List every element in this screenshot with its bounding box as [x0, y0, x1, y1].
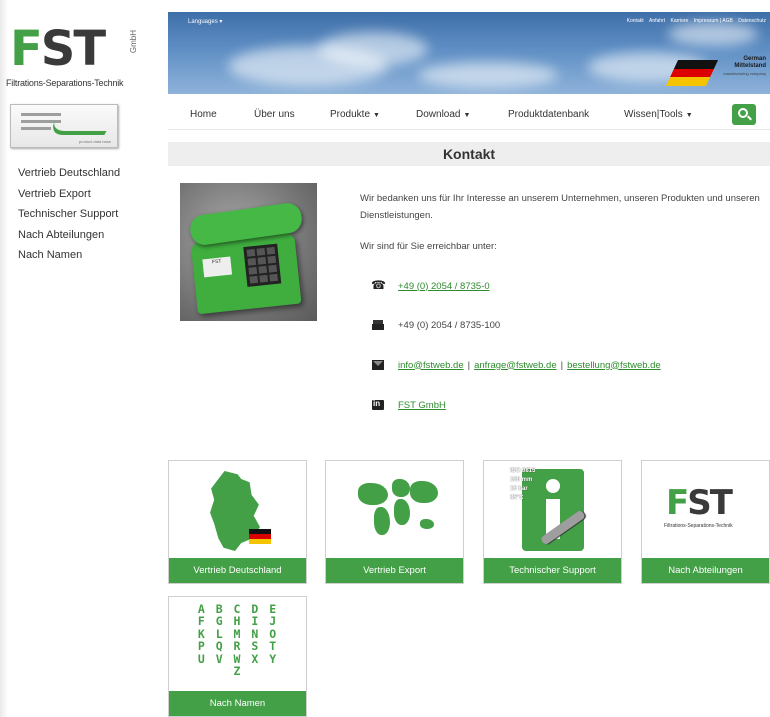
contact-linkedin-row: FST GmbH [372, 398, 446, 412]
title-bar: Kontakt [168, 142, 770, 166]
tile-technischer-support[interactable]: ISO 0815 100 mm 16 bar 35°C Technischer … [483, 460, 622, 584]
top-links: Kontakt Anfahrt Karriere Impressum | AGB… [623, 18, 766, 24]
email-link-info[interactable]: info@fstweb.de [398, 360, 464, 371]
tile-caption: Vertrieb Deutschland [169, 558, 306, 583]
iso-line-3: 16 bar [510, 486, 528, 492]
logo-tagline: Filtrations-Separations-Technik [6, 78, 124, 88]
world-map-image [326, 461, 463, 559]
logo-gmbh: GmbH [129, 30, 138, 54]
swoosh-icon [46, 119, 114, 135]
tile-vertrieb-deutschland[interactable]: Vertrieb Deutschland [168, 460, 307, 584]
german-mittelstand-badge: German Mittelstand manufacturing company [710, 56, 766, 77]
page: FST GmbH Filtrations-Separations-Technik… [0, 0, 770, 717]
linkedin-link[interactable]: FST GmbH [398, 400, 446, 411]
email-separator: | [467, 359, 471, 371]
nav-wissen-tools-label: Wissen|Tools [624, 109, 683, 120]
alphabet-icon: A B C D E F G H I J K L M N O P Q R S T … [197, 602, 279, 679]
iso-line-1: ISO 0815 [510, 468, 536, 474]
tile-vertrieb-export[interactable]: Vertrieb Export [325, 460, 464, 584]
germany-map-image [169, 461, 306, 559]
iso-text: ISO 0815 100 mm 16 bar 35°C [510, 467, 535, 503]
page-shadow [0, 0, 8, 717]
product-database-label: product data base [78, 139, 111, 144]
tile-caption: Vertrieb Export [326, 558, 463, 583]
contact-text: Wir bedanken uns für Ihr Interesse an un… [360, 190, 770, 255]
sidebar-item-technischer-support[interactable]: Technischer Support [18, 204, 120, 225]
fst-logo-icon: FST Filtrations-Separations-Technik [664, 485, 758, 535]
tile-nach-namen[interactable]: A B C D E F G H I J K L M N O P Q R S T … [168, 596, 307, 717]
sidebar-item-nach-namen[interactable]: Nach Namen [18, 245, 120, 266]
product-database-button[interactable]: product data base [10, 104, 118, 148]
nav-home-label: Home [190, 109, 217, 120]
top-link-datenschutz[interactable]: Datenschutz [738, 18, 766, 24]
top-link-kontakt[interactable]: Kontakt [627, 18, 644, 24]
support-image: ISO 0815 100 mm 16 bar 35°C [484, 461, 621, 559]
nav-produkte[interactable]: Produkte ▼ [330, 109, 380, 120]
company-logo[interactable]: FST GmbH Filtrations-Separations-Technik [6, 22, 140, 96]
page-title: Kontakt [442, 146, 496, 162]
badge-line-1: German [743, 56, 766, 62]
chevron-down-icon: ▼ [373, 112, 380, 119]
nav-produktdatenbank[interactable]: Produktdatenbank [508, 109, 589, 120]
contact-email-row: info@fstweb.de | anfrage@fstweb.de | bes… [372, 358, 661, 372]
chevron-down-icon: ▼ [685, 112, 693, 119]
alphabet-image: A B C D E F G H I J K L M N O P Q R S T … [169, 597, 306, 695]
mini-logo-tagline: Filtrations-Separations-Technik [664, 523, 733, 529]
tile-nach-abteilungen[interactable]: FST Filtrations-Separations-Technik Nach… [641, 460, 770, 584]
german-flag-icon [249, 529, 271, 544]
nav-download[interactable]: Download ▼ [416, 109, 470, 120]
phone-icon [371, 278, 386, 292]
nav-produktdatenbank-label: Produktdatenbank [508, 109, 590, 120]
nav-download-label: Download [416, 109, 461, 120]
iso-line-2: 100 mm [510, 477, 533, 483]
header-banner: Languages ▾ Kontakt Anfahrt Karriere Imp… [168, 12, 770, 94]
contact-available: Wir sind für Sie erreichbar unter: [360, 241, 497, 252]
search-icon-handle [747, 115, 752, 121]
tile-caption: Nach Namen [169, 691, 306, 716]
globe-icon [352, 469, 440, 551]
contact-fax-row: +49 (0) 2054 / 8735-100 [372, 318, 500, 332]
iso-line-4: 35°C [510, 495, 524, 501]
fst-logo-image: FST Filtrations-Separations-Technik [642, 461, 769, 559]
fax-icon [372, 320, 384, 330]
email-link-anfrage[interactable]: anfrage@fstweb.de [474, 360, 557, 371]
top-link-anfahrt[interactable]: Anfahrt [649, 18, 665, 24]
logo-letters: FST [10, 21, 106, 77]
badge-line-2: Mittelstand [734, 63, 766, 69]
tile-caption: Nach Abteilungen [642, 558, 769, 583]
languages-menu[interactable]: Languages ▾ [188, 18, 222, 25]
email-link-bestellung[interactable]: bestellung@fstweb.de [567, 360, 661, 371]
fax-number: +49 (0) 2054 / 8735-100 [398, 319, 501, 331]
email-separator: | [560, 359, 564, 371]
phone-label: FST [202, 256, 233, 278]
contact-intro: Wir bedanken uns für Ihr Interesse an un… [360, 193, 760, 221]
sidebar-item-nach-abteilungen[interactable]: Nach Abteilungen [18, 225, 120, 246]
telephone-image: FST [180, 183, 317, 321]
badge-line-3: manufacturing company [723, 71, 766, 76]
mini-logo-letters: FST [666, 483, 733, 523]
chevron-down-icon: ▼ [463, 112, 471, 119]
nav-wissen-tools[interactable]: Wissen|Tools ▼ [624, 109, 693, 120]
nav-produkte-label: Produkte [330, 109, 371, 120]
nav-ueber-uns-label: Über uns [254, 109, 295, 120]
contact-phone-row: +49 (0) 2054 / 8735-0 [371, 278, 490, 293]
mail-icon [372, 360, 384, 370]
sidebar-item-vertrieb-deutschland[interactable]: Vertrieb Deutschland [18, 163, 120, 184]
top-link-karriere[interactable]: Karriere [671, 18, 689, 24]
keypad [243, 243, 282, 287]
nav-ueber-uns[interactable]: Über uns [254, 109, 295, 120]
sidebar-nav: Vertrieb Deutschland Vertrieb Export Tec… [18, 163, 120, 266]
phone-link[interactable]: +49 (0) 2054 / 8735-0 [398, 281, 490, 292]
linkedin-icon [372, 399, 384, 410]
main-nav: Home Über uns Produkte ▼ Download ▼ Produk… [168, 100, 770, 130]
tile-caption: Technischer Support [484, 558, 621, 583]
nav-home[interactable]: Home [190, 109, 217, 120]
top-link-impressum[interactable]: Impressum | AGB [694, 18, 733, 24]
search-button[interactable] [732, 104, 756, 125]
sidebar-item-vertrieb-export[interactable]: Vertrieb Export [18, 184, 120, 205]
